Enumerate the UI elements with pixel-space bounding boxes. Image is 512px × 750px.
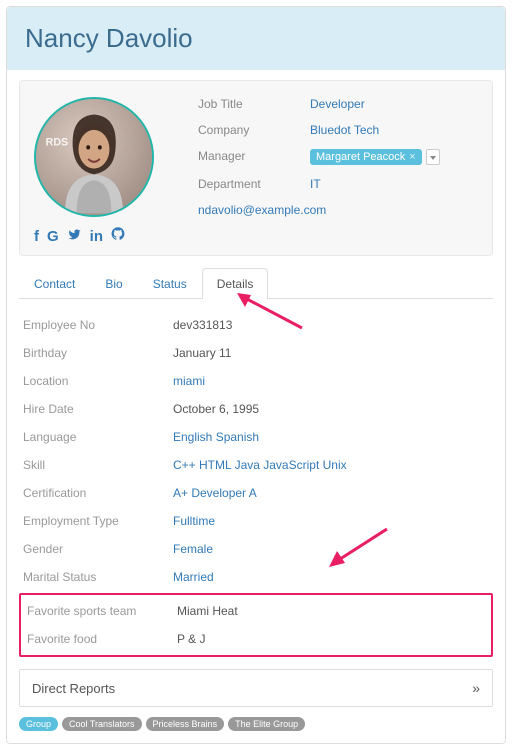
detail-label: Favorite food	[27, 632, 177, 646]
chevron-right-icon: »	[472, 680, 480, 696]
profile-row: Job TitleDeveloper	[198, 97, 478, 111]
detail-value: January 11	[173, 346, 231, 360]
tabs: ContactBioStatusDetails	[19, 268, 493, 299]
detail-value: P & J	[177, 632, 205, 646]
highlight-row: Favorite foodP & J	[23, 625, 489, 653]
profile-row-value[interactable]: Bluedot Tech	[310, 123, 379, 137]
manager-dropdown-toggle[interactable]	[426, 149, 440, 165]
detail-row: BirthdayJanuary 11	[19, 339, 493, 367]
svg-text:RDS: RDS	[46, 136, 68, 148]
direct-reports-row[interactable]: Direct Reports »	[19, 669, 493, 707]
google-icon[interactable]: G	[47, 228, 59, 245]
highlight-row: Favorite sports teamMiami Heat	[23, 597, 489, 625]
linkedin-icon[interactable]: in	[90, 228, 103, 245]
profile-row-value[interactable]: Developer	[310, 97, 365, 111]
profile-card: RDS f G in	[19, 80, 493, 256]
highlight-box: Favorite sports teamMiami HeatFavorite f…	[19, 593, 493, 657]
detail-label: Birthday	[23, 346, 173, 360]
detail-value: October 6, 1995	[173, 402, 259, 416]
detail-value: Miami Heat	[177, 604, 238, 618]
direct-reports-label: Direct Reports	[32, 681, 115, 696]
detail-label: Certification	[23, 486, 173, 500]
detail-value[interactable]: Married	[173, 570, 214, 584]
detail-row: Employment TypeFulltime	[19, 507, 493, 535]
group-badge[interactable]: The Elite Group	[228, 717, 305, 731]
detail-row: CertificationA+ Developer A	[19, 479, 493, 507]
profile-row-label: Job Title	[198, 97, 310, 111]
detail-row: Marital StatusMarried	[19, 563, 493, 591]
group-badges: Group Cool Translators Priceless BrainsThe…	[19, 717, 493, 731]
profile-row: DepartmentIT	[198, 177, 478, 191]
group-badge[interactable]: Cool Translators	[62, 717, 142, 731]
manager-chip[interactable]: Margaret Peacock×	[310, 149, 422, 165]
facebook-icon[interactable]: f	[34, 228, 39, 245]
avatar[interactable]: RDS	[34, 97, 154, 217]
github-icon[interactable]	[111, 227, 125, 245]
detail-value[interactable]: Female	[173, 542, 213, 556]
detail-label: Language	[23, 430, 173, 444]
detail-label: Gender	[23, 542, 173, 556]
detail-value: dev331813	[173, 318, 232, 332]
detail-value[interactable]: miami	[173, 374, 205, 388]
detail-label: Hire Date	[23, 402, 173, 416]
profile-row-label: Department	[198, 177, 310, 191]
profile-row-label: Manager	[198, 149, 310, 165]
profile-row-label: Company	[198, 123, 310, 137]
detail-value[interactable]: English Spanish	[173, 430, 259, 444]
detail-value[interactable]: C++ HTML Java JavaScript Unix	[173, 458, 347, 472]
details-panel: Employee Nodev331813BirthdayJanuary 11Lo…	[19, 299, 493, 657]
page-title: Nancy Davolio	[25, 23, 487, 54]
detail-row: Hire DateOctober 6, 1995	[19, 395, 493, 423]
social-row: f G in	[34, 227, 174, 245]
tab-status[interactable]: Status	[138, 268, 202, 299]
detail-label: Favorite sports team	[27, 604, 177, 618]
detail-label: Employee No	[23, 318, 173, 332]
detail-label: Location	[23, 374, 173, 388]
detail-row: GenderFemale	[19, 535, 493, 563]
close-icon[interactable]: ×	[409, 151, 415, 163]
avatar-image: RDS	[36, 99, 152, 215]
page-header: Nancy Davolio	[7, 7, 505, 70]
tab-contact[interactable]: Contact	[19, 268, 90, 299]
detail-row: SkillC++ HTML Java JavaScript Unix	[19, 451, 493, 479]
profile-row: ManagerMargaret Peacock×	[198, 149, 478, 165]
group-badge[interactable]: Group	[19, 717, 58, 731]
detail-label: Employment Type	[23, 514, 173, 528]
profile-info: Job TitleDeveloperCompanyBluedot TechMan…	[198, 97, 478, 245]
profile-page: Nancy Davolio RDS	[6, 6, 506, 744]
detail-label: Skill	[23, 458, 173, 472]
profile-row-value[interactable]: IT	[310, 177, 321, 191]
profile-row-value: Margaret Peacock×	[310, 149, 440, 165]
tab-details[interactable]: Details	[202, 268, 269, 299]
detail-row: Locationmiami	[19, 367, 493, 395]
detail-row: Employee Nodev331813	[19, 311, 493, 339]
twitter-icon[interactable]	[67, 228, 82, 245]
profile-row: CompanyBluedot Tech	[198, 123, 478, 137]
avatar-column: RDS f G in	[34, 97, 174, 245]
detail-value[interactable]: Fulltime	[173, 514, 215, 528]
detail-row: LanguageEnglish Spanish	[19, 423, 493, 451]
detail-value[interactable]: A+ Developer A	[173, 486, 257, 500]
email[interactable]: ndavolio@example.com	[198, 203, 478, 217]
detail-label: Marital Status	[23, 570, 173, 584]
tab-bio[interactable]: Bio	[90, 268, 137, 299]
group-badge[interactable]: Priceless Brains	[146, 717, 225, 731]
